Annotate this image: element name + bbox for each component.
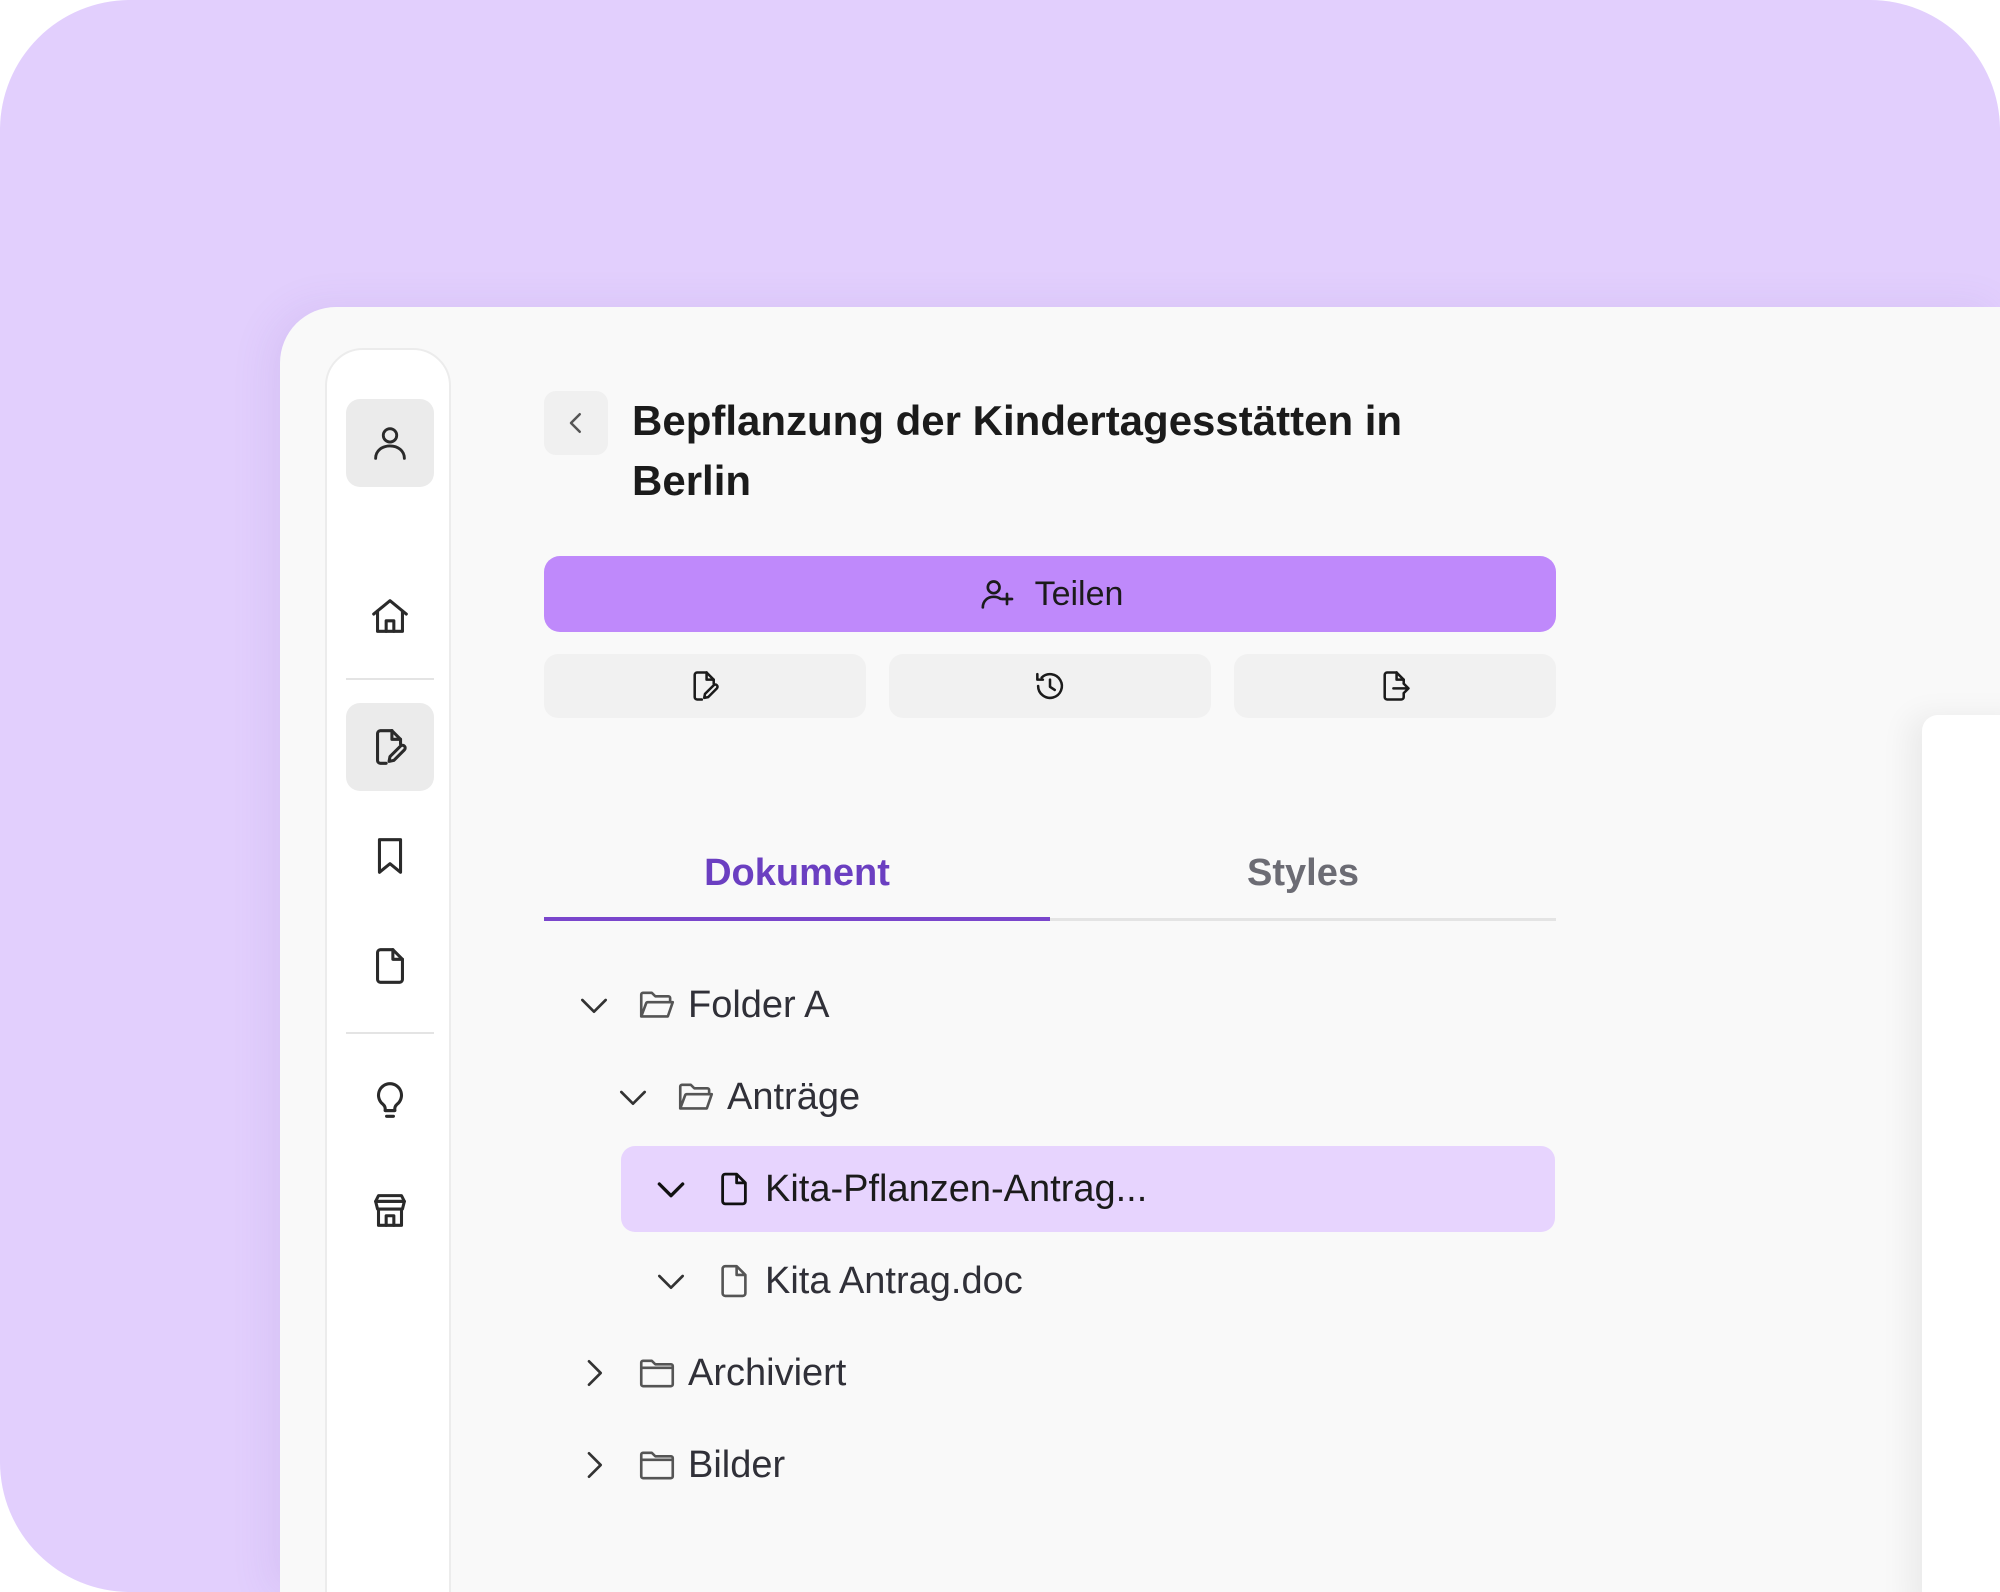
add-user-icon xyxy=(981,580,1013,609)
home-icon xyxy=(372,599,408,633)
share-button-label: Teilen xyxy=(1034,574,1124,613)
documents-button[interactable] xyxy=(346,703,434,791)
share-button[interactable]: Teilen xyxy=(544,556,1556,632)
store-icon xyxy=(374,1194,406,1227)
chevron-down-icon[interactable] xyxy=(574,985,614,1025)
tree-item-label: Archiviert xyxy=(688,1351,847,1394)
chevron-down-icon[interactable] xyxy=(651,1261,691,1301)
tree-item-archiviert[interactable]: Archiviert xyxy=(574,1330,1554,1416)
rail-divider xyxy=(346,678,434,680)
page-title: Bepflanzung der Kindertagesstätten in Be… xyxy=(632,397,1403,504)
tree-item-label: Folder A xyxy=(688,983,830,1026)
home-button[interactable] xyxy=(346,572,434,660)
app-window: Bepflanzung der Kindertagesstätten in Be… xyxy=(280,307,2000,1592)
backdrop: Bepflanzung der Kindertagesstätten in Be… xyxy=(0,0,2000,1592)
tab-styles[interactable]: Styles xyxy=(1050,825,1556,921)
bookmark-icon xyxy=(377,838,403,874)
tree-item-kita-antrag-doc[interactable]: Kita Antrag.doc xyxy=(651,1238,1551,1324)
tree-item-label: Kita Antrag.doc xyxy=(765,1259,1023,1302)
chevron-left-icon xyxy=(569,413,581,433)
back-button[interactable] xyxy=(544,391,608,455)
rail-divider xyxy=(346,1032,434,1034)
tree-item-antraege[interactable]: Anträge xyxy=(613,1054,1553,1140)
chevron-right-icon[interactable] xyxy=(574,1353,614,1393)
ideas-button[interactable] xyxy=(346,1056,434,1144)
lightbulb-icon xyxy=(376,1082,404,1118)
history-icon xyxy=(1036,672,1064,700)
store-button[interactable] xyxy=(346,1166,434,1254)
file-icon xyxy=(721,1172,747,1206)
tree-item-kita-pflanzen-antrag[interactable]: Kita-Pflanzen-Antrag... xyxy=(621,1146,1555,1232)
tree-item-label: Kita-Pflanzen-Antrag... xyxy=(765,1167,1148,1210)
tree-item-label: Bilder xyxy=(688,1443,786,1486)
export-icon xyxy=(1383,671,1410,701)
folder-icon xyxy=(639,1359,675,1388)
bookmarks-button[interactable] xyxy=(346,812,434,900)
file-icon xyxy=(721,1264,747,1298)
edit-document-icon xyxy=(376,729,407,765)
active-tab-indicator xyxy=(544,917,1050,921)
tab-dokument[interactable]: Dokument xyxy=(544,825,1050,921)
chevron-down-icon[interactable] xyxy=(651,1169,691,1209)
files-button[interactable] xyxy=(346,922,434,1010)
file-icon xyxy=(376,948,404,984)
sidebar-rail xyxy=(325,348,451,1592)
tree-item-label: Anträge xyxy=(727,1075,861,1118)
chevron-right-icon[interactable] xyxy=(574,1445,614,1485)
tab-bar: Dokument Styles xyxy=(544,825,1556,921)
document-canvas xyxy=(1922,715,2000,1592)
chevron-down-icon[interactable] xyxy=(613,1077,653,1117)
folder-open-icon xyxy=(639,991,675,1018)
tree-item-bilder[interactable]: Bilder xyxy=(574,1422,1554,1508)
tree-item-folder-a[interactable]: Folder A xyxy=(574,962,1554,1048)
edit-document-icon xyxy=(693,671,719,701)
folder-open-icon xyxy=(678,1083,714,1110)
user-icon xyxy=(374,427,406,460)
history-button[interactable] xyxy=(889,654,1211,718)
profile-button[interactable] xyxy=(346,399,434,487)
folder-icon xyxy=(639,1451,675,1480)
edit-document-button[interactable] xyxy=(544,654,866,718)
export-button[interactable] xyxy=(1234,654,1556,718)
